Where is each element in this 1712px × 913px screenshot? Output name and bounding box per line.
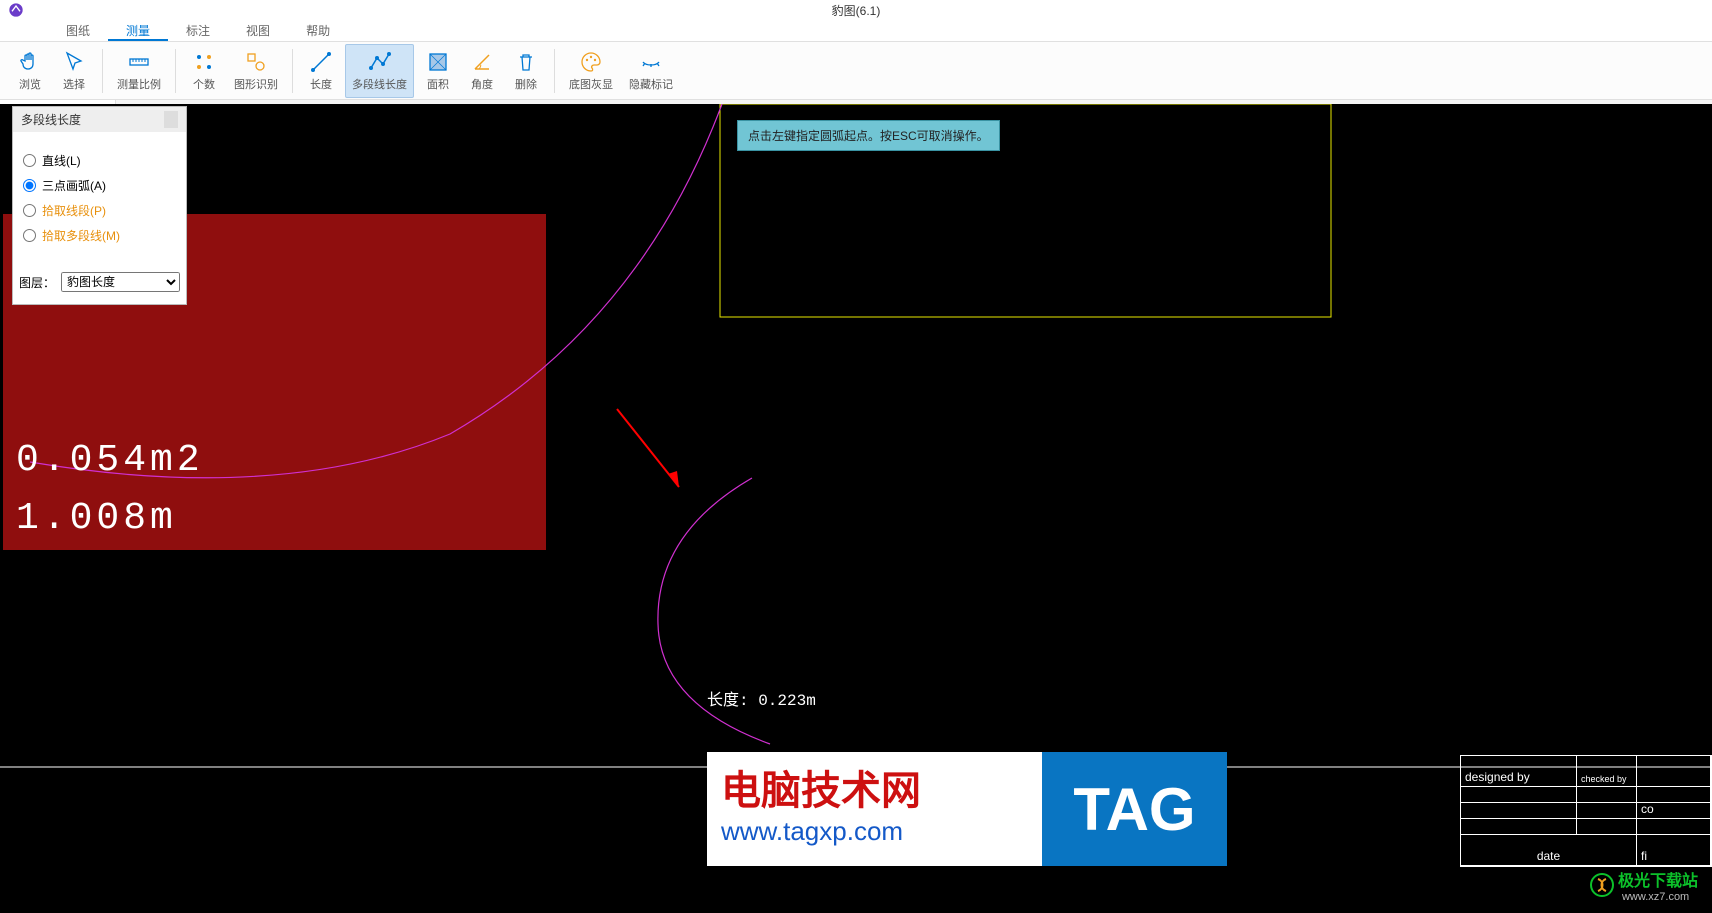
- tool-scale[interactable]: 测量比例: [111, 44, 167, 98]
- measurement-perimeter-text: 1.008m: [16, 497, 177, 540]
- line-icon: [309, 50, 333, 74]
- tool-recognize[interactable]: 图形识别: [228, 44, 284, 98]
- tool-select[interactable]: 选择: [54, 44, 94, 98]
- palette-icon: [579, 50, 603, 74]
- tool-hide[interactable]: 隐藏标记: [623, 44, 679, 98]
- panel-title: 多段线长度: [21, 111, 81, 128]
- menu-annotate[interactable]: 标注: [168, 20, 228, 41]
- layer-label: 图层：: [19, 274, 55, 291]
- dots-icon: [192, 50, 216, 74]
- panel-collapse-icon[interactable]: [164, 111, 178, 128]
- option-line[interactable]: 直线(L): [23, 152, 176, 169]
- app-logo-icon: [8, 2, 24, 18]
- measurement-area-text: 0.054m2: [16, 439, 204, 482]
- measurement-arc-length-text: 长度: 0.223m: [707, 686, 816, 710]
- polyline-options-panel: 多段线长度 直线(L) 三点画弧(A) 拾取线段(P) 拾取多段线(M) 图层：…: [12, 106, 187, 305]
- titleblock-date: date: [1461, 835, 1637, 865]
- menubar: 图纸 测量 标注 视图 帮助: [0, 20, 1712, 42]
- menu-help[interactable]: 帮助: [288, 20, 348, 41]
- tool-browse[interactable]: 浏览: [10, 44, 50, 98]
- menu-view[interactable]: 视图: [228, 20, 288, 41]
- download-site-icon: [1590, 873, 1614, 897]
- layer-select[interactable]: 豹图长度: [61, 272, 180, 292]
- polyline-icon: [368, 50, 392, 74]
- app-title: 豹图(6.1): [832, 2, 881, 19]
- drawing-canvas[interactable]: 0.054m2 1.008m 长度: 0.223m designed by ch…: [0, 104, 1712, 913]
- angle-icon: [470, 50, 494, 74]
- watermark-banner: 电脑技术网 www.tagxp.com TAG: [707, 752, 1227, 866]
- title-block: designed by checked by co date fi: [1460, 755, 1712, 867]
- trash-icon: [514, 50, 538, 74]
- titleblock-designed-by: designed by: [1461, 756, 1577, 786]
- toolbar: 浏览 选择 测量比例 个数 图形识别 长度 多段线长度 面积 角度 删除 底: [0, 42, 1712, 100]
- menu-measure[interactable]: 测量: [108, 20, 168, 41]
- instruction-tooltip: 点击左键指定圆弧起点。按ESC可取消操作。: [737, 120, 1000, 151]
- option-pick-segment[interactable]: 拾取线段(P): [23, 202, 176, 219]
- area-icon: [426, 50, 450, 74]
- tool-delete[interactable]: 删除: [506, 44, 546, 98]
- watermark-badge: TAG: [1042, 752, 1227, 866]
- ruler-icon: [127, 50, 151, 74]
- shapes-icon: [244, 50, 268, 74]
- tool-area[interactable]: 面积: [418, 44, 458, 98]
- watermark-url: www.tagxp.com: [721, 816, 1028, 847]
- tool-polyline-length[interactable]: 多段线长度: [345, 44, 414, 98]
- tool-gray[interactable]: 底图灰显: [563, 44, 619, 98]
- hand-icon: [18, 50, 42, 74]
- tool-count[interactable]: 个数: [184, 44, 224, 98]
- watermark-title: 电脑技术网: [721, 758, 1028, 816]
- option-arc[interactable]: 三点画弧(A): [23, 177, 176, 194]
- corner-watermark: 极光下载站 www.xz7.com: [1590, 867, 1698, 903]
- titleblock-co: co: [1637, 803, 1711, 818]
- tool-length[interactable]: 长度: [301, 44, 341, 98]
- cursor-icon: [62, 50, 86, 74]
- menu-drawing[interactable]: 图纸: [48, 20, 108, 41]
- option-pick-polyline[interactable]: 拾取多段线(M): [23, 227, 176, 244]
- tool-angle[interactable]: 角度: [462, 44, 502, 98]
- titleblock-checked-by: checked by: [1577, 756, 1637, 786]
- eye-closed-icon: [639, 50, 663, 74]
- titleblock-fi: fi: [1637, 835, 1711, 865]
